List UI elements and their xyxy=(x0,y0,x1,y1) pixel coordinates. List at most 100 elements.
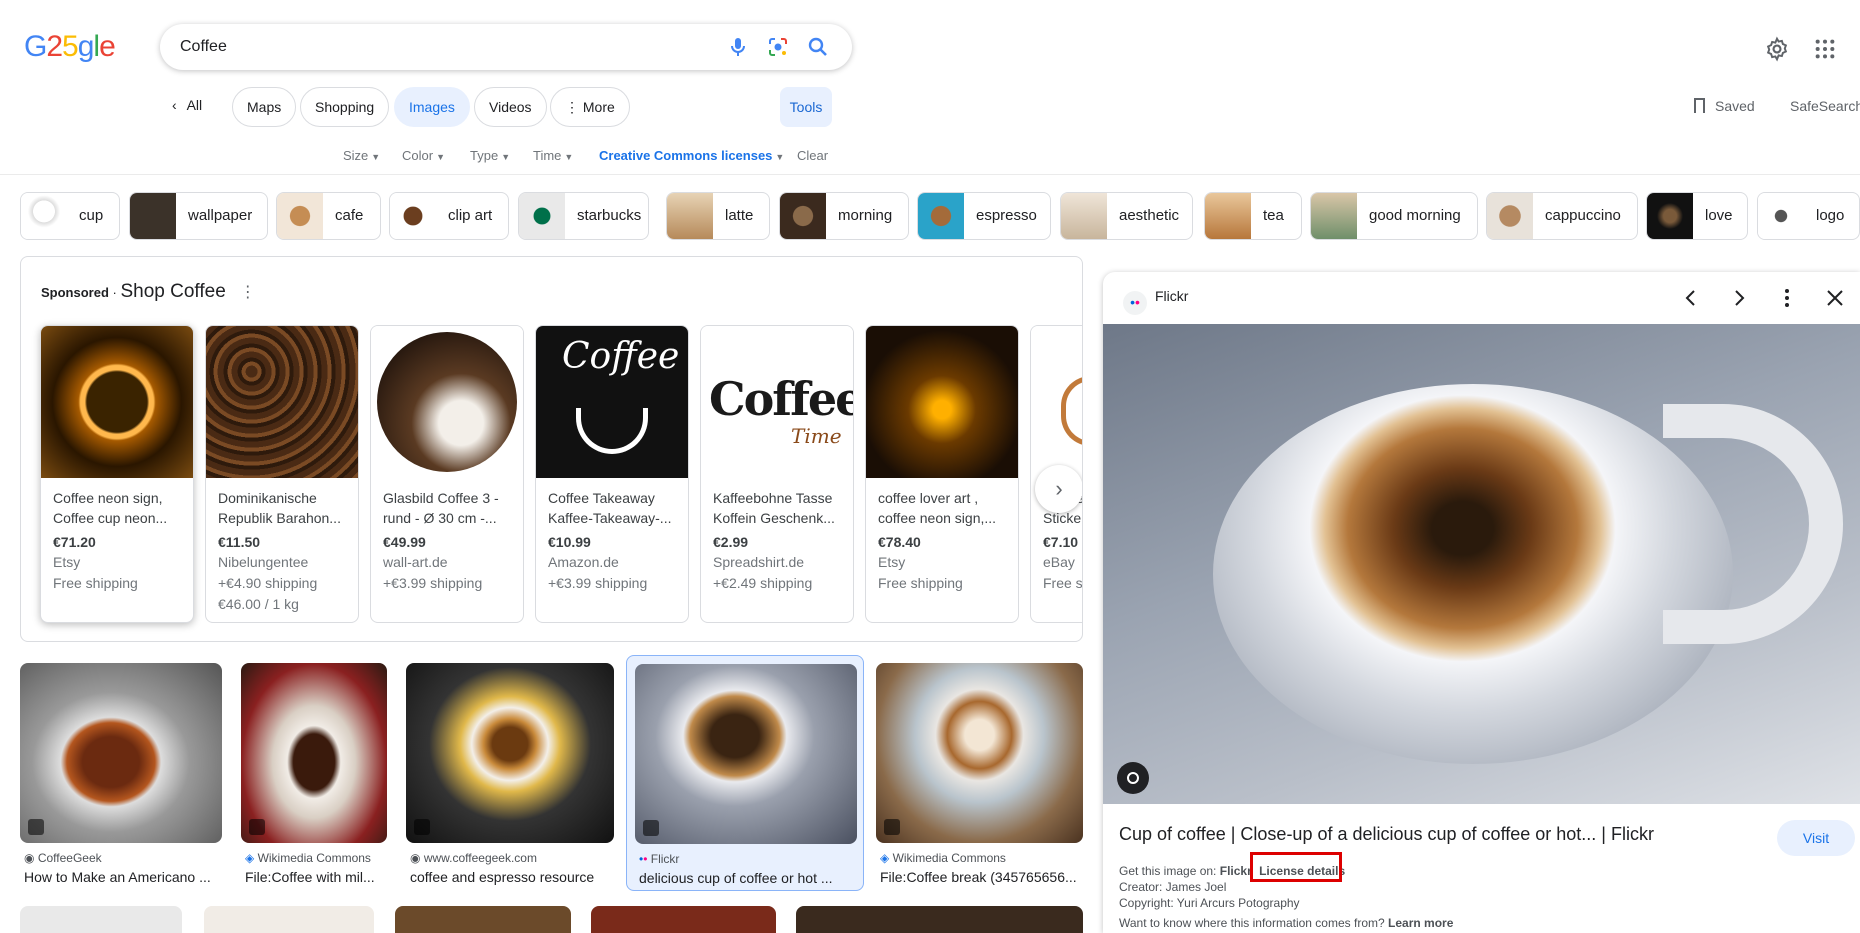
related-chip-latte[interactable]: latte xyxy=(666,192,770,240)
license-highlight-box xyxy=(1250,852,1342,882)
result-thumbnail xyxy=(876,663,1083,843)
tab-shopping[interactable]: Shopping xyxy=(300,87,390,127)
product-image xyxy=(371,326,523,478)
caret-down-icon: ▼ xyxy=(371,152,381,162)
chip-thumbnail xyxy=(918,193,964,239)
visual-search-icon[interactable] xyxy=(1117,762,1149,794)
wikimedia-icon: ◈ xyxy=(245,851,258,865)
related-chip-love[interactable]: love xyxy=(1646,192,1748,240)
gear-icon[interactable] xyxy=(1764,36,1790,62)
result-thumbnail xyxy=(20,663,222,843)
related-chip-morning[interactable]: morning xyxy=(779,192,909,240)
image-result[interactable]: ◈ Wikimedia Commons File:Coffee break (3… xyxy=(876,663,1083,885)
caret-down-icon: ▼ xyxy=(436,152,445,162)
related-chip-wallpaper[interactable]: wallpaper xyxy=(129,192,268,240)
related-chip-espresso[interactable]: espresso xyxy=(917,192,1051,240)
filter-license[interactable]: Creative Commons licenses ▼ xyxy=(599,148,784,163)
chevron-left-icon[interactable] xyxy=(1679,286,1703,310)
related-chip-cappuccino[interactable]: cappuccino xyxy=(1486,192,1638,240)
related-chip-logo[interactable]: logo xyxy=(1757,192,1860,240)
shop-card[interactable]: Glasbild Coffee 3 - rund - Ø 30 cm -... … xyxy=(370,325,524,623)
panel-title[interactable]: Cup of coffee | Close-up of a delicious … xyxy=(1119,824,1759,845)
related-chip-starbucks[interactable]: starbucks xyxy=(518,192,649,240)
google-logo[interactable]: G25gle xyxy=(24,30,116,64)
learn-more-link[interactable]: Learn more xyxy=(1388,916,1453,930)
preview-image[interactable] xyxy=(1103,324,1860,804)
more-options-icon[interactable]: ⋮ xyxy=(240,284,256,301)
globe-icon: ◉ xyxy=(24,851,38,865)
info-source-line: Want to know where this information come… xyxy=(1119,916,1454,930)
chip-thumbnail xyxy=(667,193,713,239)
flickr-icon: •• xyxy=(639,852,648,866)
globe-icon: ◉ xyxy=(410,851,424,865)
shop-card[interactable]: coffee lover art , coffee neon sign,... … xyxy=(865,325,1019,623)
visit-button[interactable]: Visit xyxy=(1777,820,1855,856)
more-vert-icon[interactable] xyxy=(1775,286,1799,310)
filter-size[interactable]: Size ▼ xyxy=(343,148,380,163)
shop-card[interactable]: Dominikanische Republik Barahon... €11.5… xyxy=(205,325,359,623)
filter-color[interactable]: Color ▼ xyxy=(402,148,445,163)
related-chip-cup[interactable]: cup xyxy=(20,192,120,240)
product-image xyxy=(206,326,358,478)
related-chip-cafe[interactable]: cafe xyxy=(276,192,381,240)
chip-thumbnail xyxy=(130,193,176,239)
saved-link[interactable]: Saved xyxy=(1694,98,1755,114)
result-source: ◈ Wikimedia Commons xyxy=(245,851,371,865)
apps-grid-icon[interactable] xyxy=(1814,38,1836,60)
mic-icon[interactable] xyxy=(726,35,750,59)
flickr-link[interactable]: Flickr xyxy=(1220,864,1252,878)
search-icon[interactable] xyxy=(806,35,830,59)
chip-thumbnail xyxy=(21,193,67,239)
image-badge-icon xyxy=(249,819,265,835)
tab-more[interactable]: ⋮ More xyxy=(550,87,630,127)
creator-line: Creator: James Joel xyxy=(1119,880,1227,894)
related-chip-aesthetic[interactable]: aesthetic xyxy=(1060,192,1193,240)
product-image xyxy=(866,326,1018,478)
image-result-partial[interactable] xyxy=(395,906,571,933)
image-result[interactable]: ◉ www.coffeegeek.com coffee and espresso… xyxy=(406,663,614,885)
filter-type[interactable]: Type ▼ xyxy=(470,148,510,163)
chip-thumbnail xyxy=(1061,193,1107,239)
back-all-link[interactable]: ‹ All xyxy=(172,97,202,113)
caret-down-icon: ▼ xyxy=(564,152,574,162)
tab-maps[interactable]: Maps xyxy=(232,87,297,127)
image-result[interactable]: ◉ CoffeeGeek How to Make an Americano ..… xyxy=(20,663,222,885)
chevron-right-icon[interactable] xyxy=(1727,286,1751,310)
filter-clear[interactable]: Clear xyxy=(797,148,828,163)
safesearch-link[interactable]: SafeSearch xyxy=(1790,98,1860,114)
chip-thumbnail xyxy=(1311,193,1357,239)
chevron-right-icon: › xyxy=(1055,476,1063,501)
shop-header: Sponsored · Shop Coffee ⋮ xyxy=(41,281,256,302)
related-chip-clip-art[interactable]: clip art xyxy=(389,192,509,240)
chevron-left-icon: ‹ xyxy=(172,97,181,113)
result-source: ◈ Wikimedia Commons xyxy=(880,851,1006,865)
shop-card[interactable]: Coffee Coffee Takeaway Kaffee-Takeaway-.… xyxy=(535,325,689,623)
caret-down-icon: ▼ xyxy=(775,152,785,162)
image-result-partial[interactable] xyxy=(204,906,374,933)
related-chip-tea[interactable]: tea xyxy=(1204,192,1302,240)
sponsored-shopping-block: Sponsored · Shop Coffee ⋮ Coffee neon sig… xyxy=(20,256,1083,642)
filter-time[interactable]: Time ▼ xyxy=(533,148,573,163)
search-input[interactable] xyxy=(180,24,700,70)
related-chip-good-morning[interactable]: good morning xyxy=(1310,192,1478,240)
carousel-next-button[interactable]: › xyxy=(1035,465,1082,513)
search-box[interactable] xyxy=(160,24,852,70)
image-result-selected[interactable]: •• Flickr delicious cup of coffee or hot… xyxy=(626,655,864,891)
shop-card[interactable]: Coffee Time Kaffeebohne Tasse Koffein Ge… xyxy=(700,325,854,623)
tools-button[interactable]: Tools xyxy=(780,87,832,127)
lens-icon[interactable] xyxy=(766,35,790,59)
cup-handle xyxy=(1663,404,1843,644)
close-icon[interactable] xyxy=(1823,286,1847,310)
image-result-partial[interactable] xyxy=(796,906,1083,933)
image-result-partial[interactable] xyxy=(20,906,182,933)
image-result[interactable]: ◈ Wikimedia Commons File:Coffee with mil… xyxy=(241,663,387,885)
result-thumbnail xyxy=(635,664,857,844)
shop-card[interactable]: Coffee neon sign, Coffee cup neon... €71… xyxy=(40,325,194,623)
tab-images[interactable]: Images xyxy=(394,87,470,127)
image-result-partial[interactable] xyxy=(591,906,776,933)
image-badge-icon xyxy=(643,820,659,836)
result-source: ◉ www.coffeegeek.com xyxy=(410,851,537,865)
result-source: •• Flickr xyxy=(639,852,680,866)
tab-videos[interactable]: Videos xyxy=(474,87,547,127)
panel-source[interactable]: •• Flickr xyxy=(1123,288,1188,315)
